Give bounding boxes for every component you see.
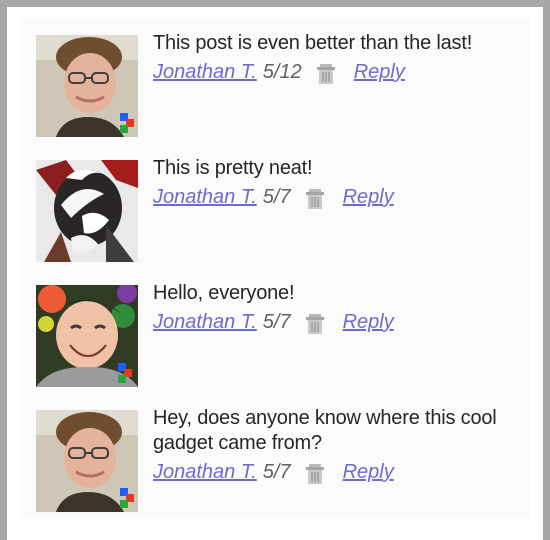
reply-link[interactable]: Reply [343, 185, 394, 210]
author-link[interactable]: Jonathan T. [153, 310, 257, 335]
comment-date: 5/7 [262, 461, 291, 483]
comment-content: Hey, does anyone know where this cool ga… [153, 406, 513, 485]
author-link[interactable]: Jonathan T. [153, 460, 257, 485]
comment-item: This post is even better than the last! … [36, 32, 516, 147]
avatar[interactable] [36, 285, 138, 387]
trash-icon-graphic [316, 63, 335, 84]
comment-meta: Jonathan T. 5/12 Reply [153, 60, 513, 85]
widget-border-right [543, 0, 550, 540]
avatar-abstract-icon [36, 160, 138, 262]
comment-item: Hey, does anyone know where this cool ga… [36, 407, 516, 522]
reply-link[interactable]: Reply [354, 60, 405, 85]
avatar-glasses-icon [36, 410, 138, 512]
comment-date: 5/7 [262, 311, 291, 333]
trash-icon[interactable] [305, 462, 325, 484]
reply-link[interactable]: Reply [343, 310, 394, 335]
comment-meta: Jonathan T. 5/7 Reply [153, 185, 513, 210]
trash-icon[interactable] [305, 187, 325, 209]
comment-date: 5/12 [262, 61, 302, 83]
comment-meta: Jonathan T. 5/7 Reply [153, 310, 513, 335]
comment-item: This is pretty neat! Jonathan T. 5/7 Rep… [36, 157, 516, 272]
comments-widget: This post is even better than the last! … [0, 0, 550, 540]
trash-icon[interactable] [316, 62, 336, 84]
comment-text: Hello, everyone! [153, 282, 295, 304]
comment-date: 5/7 [262, 186, 291, 208]
widget-border-top [0, 0, 550, 7]
widget-border-left [0, 0, 7, 540]
trash-icon-graphic [305, 188, 324, 209]
comment-content: Hello, everyone! Jonathan T. 5/7 Reply [153, 281, 513, 335]
avatar[interactable] [36, 160, 138, 262]
comment-content: This post is even better than the last! … [153, 31, 513, 85]
author-link[interactable]: Jonathan T. [153, 60, 257, 85]
avatar-glasses-icon [36, 35, 138, 137]
author-link[interactable]: Jonathan T. [153, 185, 257, 210]
avatar[interactable] [36, 35, 138, 137]
comment-text: This is pretty neat! [153, 157, 313, 179]
trash-icon[interactable] [305, 312, 325, 334]
comment-text: Hey, does anyone know where this cool ga… [153, 407, 497, 454]
comment-item: Hello, everyone! Jonathan T. 5/7 Reply [36, 282, 516, 397]
comment-content: This is pretty neat! Jonathan T. 5/7 Rep… [153, 156, 513, 210]
trash-icon-graphic [305, 313, 324, 334]
avatar-smiling-icon [36, 285, 138, 387]
trash-icon-graphic [305, 463, 324, 484]
comment-meta: Jonathan T. 5/7 Reply [153, 460, 513, 485]
avatar[interactable] [36, 410, 138, 512]
comment-text: This post is even better than the last! [153, 32, 473, 54]
reply-link[interactable]: Reply [343, 460, 394, 485]
